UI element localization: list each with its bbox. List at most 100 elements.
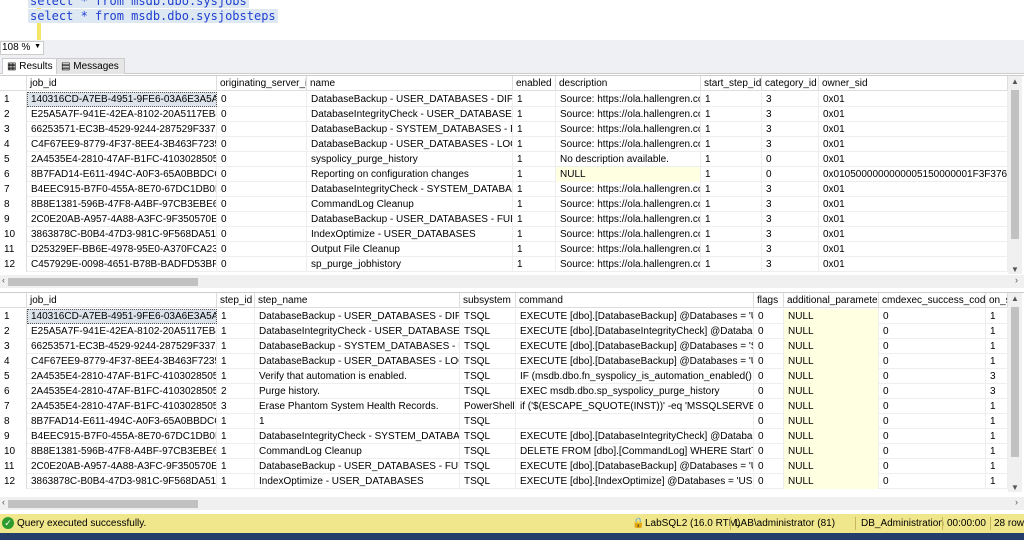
cell-description[interactable]: Source: https://ola.hallengren.com: [556, 107, 701, 122]
cell-command[interactable]: EXECUTE [dbo].[DatabaseBackup] @Database…: [516, 339, 754, 354]
column-header-cmdexec-success-code[interactable]: cmdexec_success_code: [879, 293, 986, 308]
table-row[interactable]: 3 66253571-EC3B-4529-9244-287529F337FC 0 Da…: [0, 122, 1008, 137]
cell-job-id[interactable]: E25A5A7F-941E-42EA-8102-20A5117EB459: [27, 324, 217, 339]
table-row[interactable]: 9 2C0E20AB-A957-4A88-A3FC-9F350570E111 0 Da…: [0, 212, 1008, 227]
scroll-down-icon[interactable]: ▼: [1011, 265, 1019, 274]
cell-enabled[interactable]: 1: [513, 167, 556, 182]
cell-job-id[interactable]: 2C0E20AB-A957-4A88-A3FC-9F350570E111: [27, 212, 217, 227]
column-header-job-id[interactable]: job_id: [27, 293, 217, 308]
cell-additional-parameters[interactable]: NULL: [784, 444, 879, 459]
cell-job-id[interactable]: 2A4535E4-2810-47AF-B1FC-410302850566: [27, 399, 217, 414]
cell-owner-sid[interactable]: 0x01: [819, 92, 1008, 107]
cell-cmdexec-success-code[interactable]: 0: [879, 474, 986, 489]
cell-step-name[interactable]: 1: [255, 414, 460, 429]
horizontal-scrollbar[interactable]: ‹ ›: [0, 497, 1024, 510]
cell-job-id[interactable]: 8B7FAD14-E611-494C-A0F3-65A0BBDCC072: [27, 167, 217, 182]
cell-subsystem[interactable]: TSQL: [460, 459, 516, 474]
cell-on-s[interactable]: 1: [986, 444, 1008, 459]
cell-owner-sid[interactable]: 0x01: [819, 257, 1008, 272]
table-row[interactable]: 3 66253571-EC3B-4529-9244-287529F337FC 1 Da…: [0, 339, 1008, 354]
cell-step-name[interactable]: Erase Phantom System Health Records.: [255, 399, 460, 414]
table-row[interactable]: 1140316CD-A7EB-4951-9FE6-03A6E3A5ADAE0Da…: [0, 92, 1008, 107]
cell-owner-sid[interactable]: 0x01: [819, 227, 1008, 242]
cell-enabled[interactable]: 1: [513, 197, 556, 212]
row-number[interactable]: 5: [0, 369, 27, 384]
cell-step-id[interactable]: 1: [217, 339, 255, 354]
table-row[interactable]: 12 3863878C-B0B4-47D3-981C-9F568DA5130E 1 I…: [0, 474, 1008, 489]
cell-additional-parameters[interactable]: NULL: [784, 399, 879, 414]
cell-subsystem[interactable]: TSQL: [460, 429, 516, 444]
cell-owner-sid[interactable]: 0x01: [819, 107, 1008, 122]
cell-originating-server-id[interactable]: 0: [217, 182, 307, 197]
row-number[interactable]: 9: [0, 212, 27, 227]
cell-command[interactable]: IF (msdb.dbo.fn_syspolicy_is_automation_…: [516, 369, 754, 384]
cell-enabled[interactable]: 1: [513, 242, 556, 257]
cell-enabled[interactable]: 1: [513, 227, 556, 242]
cell-command[interactable]: DELETE FROM [dbo].[CommandLog] WHERE Sta…: [516, 444, 754, 459]
row-number[interactable]: 5: [0, 152, 27, 167]
table-row[interactable]: 9B4EEC915-B7F0-455A-8E70-67DC1DB0E71F1Da…: [0, 429, 1008, 444]
cell-owner-sid[interactable]: 0x0105000000000005150000001F3F37680EA7: [819, 167, 1008, 182]
editor-line[interactable]: select * from msdb.dbo.sysjobs: [28, 0, 249, 8]
row-number[interactable]: 12: [0, 257, 27, 272]
row-number[interactable]: 10: [0, 227, 27, 242]
column-header-flags[interactable]: flags: [754, 293, 784, 308]
cell-subsystem[interactable]: TSQL: [460, 309, 516, 324]
cell-cmdexec-success-code[interactable]: 0: [879, 309, 986, 324]
cell-originating-server-id[interactable]: 0: [217, 212, 307, 227]
cell-category-id[interactable]: 3: [762, 137, 819, 152]
row-number[interactable]: 9: [0, 429, 27, 444]
table-row[interactable]: 4 C4F67EE9-8779-4F37-8EE4-3B463F723596 0 Da…: [0, 137, 1008, 152]
cell-name[interactable]: CommandLog Cleanup: [307, 197, 513, 212]
cell-on-s[interactable]: 1: [986, 429, 1008, 444]
cell-originating-server-id[interactable]: 0: [217, 197, 307, 212]
cell-description[interactable]: Source: https://ola.hallengren.com: [556, 92, 701, 107]
cell-description[interactable]: Source: https://ola.hallengren.com: [556, 257, 701, 272]
column-header-subsystem[interactable]: subsystem: [460, 293, 516, 308]
cell-category-id[interactable]: 3: [762, 92, 819, 107]
cell-cmdexec-success-code[interactable]: 0: [879, 459, 986, 474]
cell-name[interactable]: sp_purge_jobhistory: [307, 257, 513, 272]
cell-job-id[interactable]: 8B7FAD14-E611-494C-A0F3-65A0BBDCC072: [27, 414, 217, 429]
table-row[interactable]: 68B7FAD14-E611-494C-A0F3-65A0BBDCC0720Re…: [0, 167, 1008, 182]
cell-owner-sid[interactable]: 0x01: [819, 122, 1008, 137]
cell-job-id[interactable]: 2A4535E4-2810-47AF-B1FC-410302850566: [27, 384, 217, 399]
cell-flags[interactable]: 0: [754, 474, 784, 489]
cell-step-id[interactable]: 1: [217, 369, 255, 384]
cell-on-s[interactable]: 3: [986, 369, 1008, 384]
row-number[interactable]: 6: [0, 384, 27, 399]
cell-subsystem[interactable]: TSQL: [460, 339, 516, 354]
cell-additional-parameters[interactable]: NULL: [784, 414, 879, 429]
cell-flags[interactable]: 0: [754, 339, 784, 354]
zoom-dropdown[interactable]: 108 % ▼: [0, 41, 44, 55]
row-number[interactable]: 8: [0, 197, 27, 212]
row-number[interactable]: 2: [0, 324, 27, 339]
row-number[interactable]: 11: [0, 242, 27, 257]
cell-description[interactable]: Source: https://ola.hallengren.com: [556, 242, 701, 257]
cell-category-id[interactable]: 3: [762, 212, 819, 227]
cell-on-s[interactable]: 1: [986, 339, 1008, 354]
cell-step-name[interactable]: DatabaseBackup - USER_DATABASES - FULL: [255, 459, 460, 474]
vertical-scrollbar[interactable]: ▲ ▼: [1008, 76, 1022, 274]
cell-category-id[interactable]: 0: [762, 152, 819, 167]
cell-originating-server-id[interactable]: 0: [217, 92, 307, 107]
cell-category-id[interactable]: 0: [762, 167, 819, 182]
cell-additional-parameters[interactable]: NULL: [784, 309, 879, 324]
cell-job-id[interactable]: 2C0E20AB-A957-4A88-A3FC-9F350570E111: [27, 459, 217, 474]
column-header-step-id[interactable]: step_id: [217, 293, 255, 308]
cell-cmdexec-success-code[interactable]: 0: [879, 399, 986, 414]
cell-enabled[interactable]: 1: [513, 152, 556, 167]
cell-job-id[interactable]: D25329EF-BB6E-4978-95E0-A370FCA23E1D: [27, 242, 217, 257]
row-number[interactable]: 11: [0, 459, 27, 474]
cell-flags[interactable]: 0: [754, 354, 784, 369]
cell-enabled[interactable]: 1: [513, 122, 556, 137]
cell-originating-server-id[interactable]: 0: [217, 152, 307, 167]
cell-command[interactable]: EXECUTE [dbo].[DatabaseBackup] @Database…: [516, 459, 754, 474]
cell-owner-sid[interactable]: 0x01: [819, 197, 1008, 212]
table-row[interactable]: 7 2A4535E4-2810-47AF-B1FC-410302850566 3 Er…: [0, 399, 1008, 414]
cell-on-s[interactable]: 1: [986, 414, 1008, 429]
cell-on-s[interactable]: 3: [986, 384, 1008, 399]
cell-description[interactable]: Source: https://ola.hallengren.com: [556, 227, 701, 242]
cell-subsystem[interactable]: TSQL: [460, 474, 516, 489]
column-header-enabled[interactable]: enabled: [513, 76, 556, 91]
